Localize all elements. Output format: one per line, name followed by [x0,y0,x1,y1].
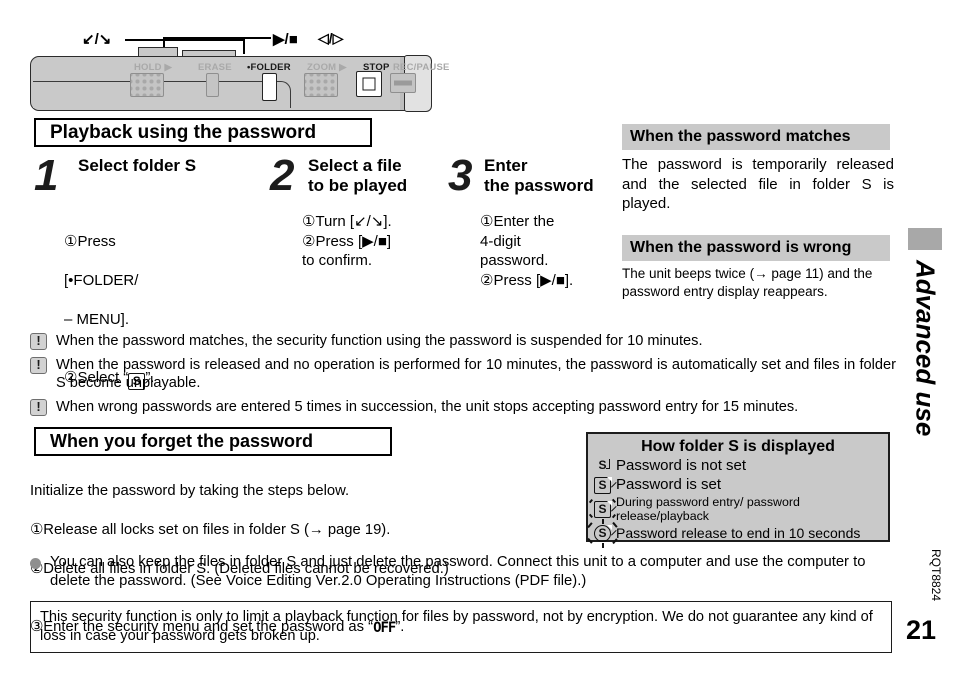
folder-s-row: S Password is not set [588,458,888,475]
folder-s-display-title: How folder S is displayed [641,438,835,455]
folder-s-row-text: Password is not set [616,457,747,475]
leader-line-jog-drop [243,39,245,54]
exclamation-icon: ! [30,333,47,350]
caution-note: ! When the password matches, the securit… [30,332,896,351]
step-1-title: Select folder S [78,156,197,175]
blink-ray-icon [602,519,604,525]
heading-password-wrong: When the password is wrong [622,235,890,261]
document-code-text: RQT8824 [929,548,943,602]
step-2-number: 2 [270,151,295,200]
forget-intro: Initialize the password by taking the st… [30,482,350,499]
device-label-hold: HOLD ▶ [134,62,173,73]
device-label-rec-pause: REC/PAUSE [393,62,450,73]
leader-line-jog [125,39,245,41]
step-1-line-2: [•FOLDER/ [64,271,139,289]
bullet-note: You can also keep the files in folder S … [30,553,896,591]
s-folder-boxed-icon: S [594,524,612,543]
s-folder-boxed-icon: S [594,500,612,519]
step-3-number: 3 [448,151,473,200]
caution-note-text: When the password is released and no ope… [56,356,896,392]
step-1-line-1: ①Press [64,232,116,250]
device-label-zoom: ZOOM ▶ [307,62,347,73]
device-button-folder [262,73,277,101]
device-button-rec-pause [390,73,416,93]
page-number: 21 [906,615,937,645]
bullet-note-text: You can also keep the files in folder S … [50,554,866,590]
bullet-dot-icon [30,558,41,569]
heading-forget-password: When you forget the password [34,427,392,456]
document-code: RQT8824 [916,540,954,610]
zoom-grill-icon [305,74,337,96]
device-label-erase: ERASE [198,62,232,73]
caution-note: ! When the password is released and no o… [30,356,896,393]
leader-line-play-h [163,37,271,39]
device-button-stop [356,71,382,97]
folder-s-row-text: Password release to end in 10 seconds [616,525,861,542]
heading-playback-using-password: Playback using the password [34,118,372,147]
chapter-label-text: Advanced use [910,259,941,437]
device-illustration: ↙/↘ ▶/■ ◁/▷ HOLD ▶ ERASE •FOLDER ZOOM ▶ … [30,26,449,116]
blink-ray-icon [587,522,593,529]
step-3-title: Enter the password [484,156,594,196]
blink-ray-icon [588,499,593,504]
chapter-tab-marker [908,228,942,250]
blink-ray-icon [588,514,593,519]
folder-s-row: S During password entry/ password releas… [588,495,888,523]
folder-s-row: S Password is set [588,476,888,494]
step-1-line-3: – MENU]. [64,310,130,328]
stop-square-icon [362,77,376,91]
caution-note: ! When wrong passwords are entered 5 tim… [30,398,896,417]
s-folder-plain-icon: S [594,458,611,475]
s-folder-corner-icon [606,459,610,469]
s-folder-blink-fast-icon: S [587,519,618,549]
folder-s-row-text: During password entry/ password release/… [616,495,800,523]
step-2-title: Select a file to be played [308,156,408,196]
folder-s-row-text: Password is set [616,476,722,494]
paragraph-password-matches: The password is temporarily released and… [622,156,894,212]
s-folder-blink-slow-icon: S [588,499,616,519]
device-button-erase [206,73,219,97]
exclamation-icon: ! [30,356,47,374]
heading-password-matches: When the password matches [622,124,890,150]
device-label-folder: •FOLDER [247,62,291,73]
caution-notes-list: ! When the password matches, the securit… [30,332,896,421]
device-button-hold [130,73,164,97]
exclamation-icon: ! [30,398,47,416]
folder-s-row: S Password release to end in 10 seconds [587,519,888,549]
step-2-body: ①Turn [↙/↘]. ②Press [▶/■] to confirm. [302,213,392,269]
caution-note-text: When the password matches, the security … [56,333,703,349]
blink-ray-icon [602,543,604,549]
forget-step-1: ①Release all locks set on files in folde… [30,521,391,538]
hold-grill-icon [131,74,163,96]
callout-jog-dial-icon: ↙/↘ [82,31,112,48]
s-folder-boxed-icon: S [594,476,612,494]
rec-bar-icon [394,80,412,86]
caution-note-text: When wrong passwords are entered 5 times… [56,398,799,415]
device-button-zoom [304,73,338,97]
step-1-number: 1 [34,151,59,200]
disclaimer-box: This security function is only to limit … [30,601,892,653]
folder-s-display-box: How folder S is displayed S Password is … [586,432,890,549]
chapter-label: Advanced use [890,248,954,448]
blink-ray-icon [587,538,593,545]
paragraph-password-wrong: The unit beeps twice (→ page 11) and the… [622,266,873,299]
callout-play-stop-icon: ▶/■ [273,31,298,48]
callout-volume-icon: ◁/▷ [318,30,344,46]
